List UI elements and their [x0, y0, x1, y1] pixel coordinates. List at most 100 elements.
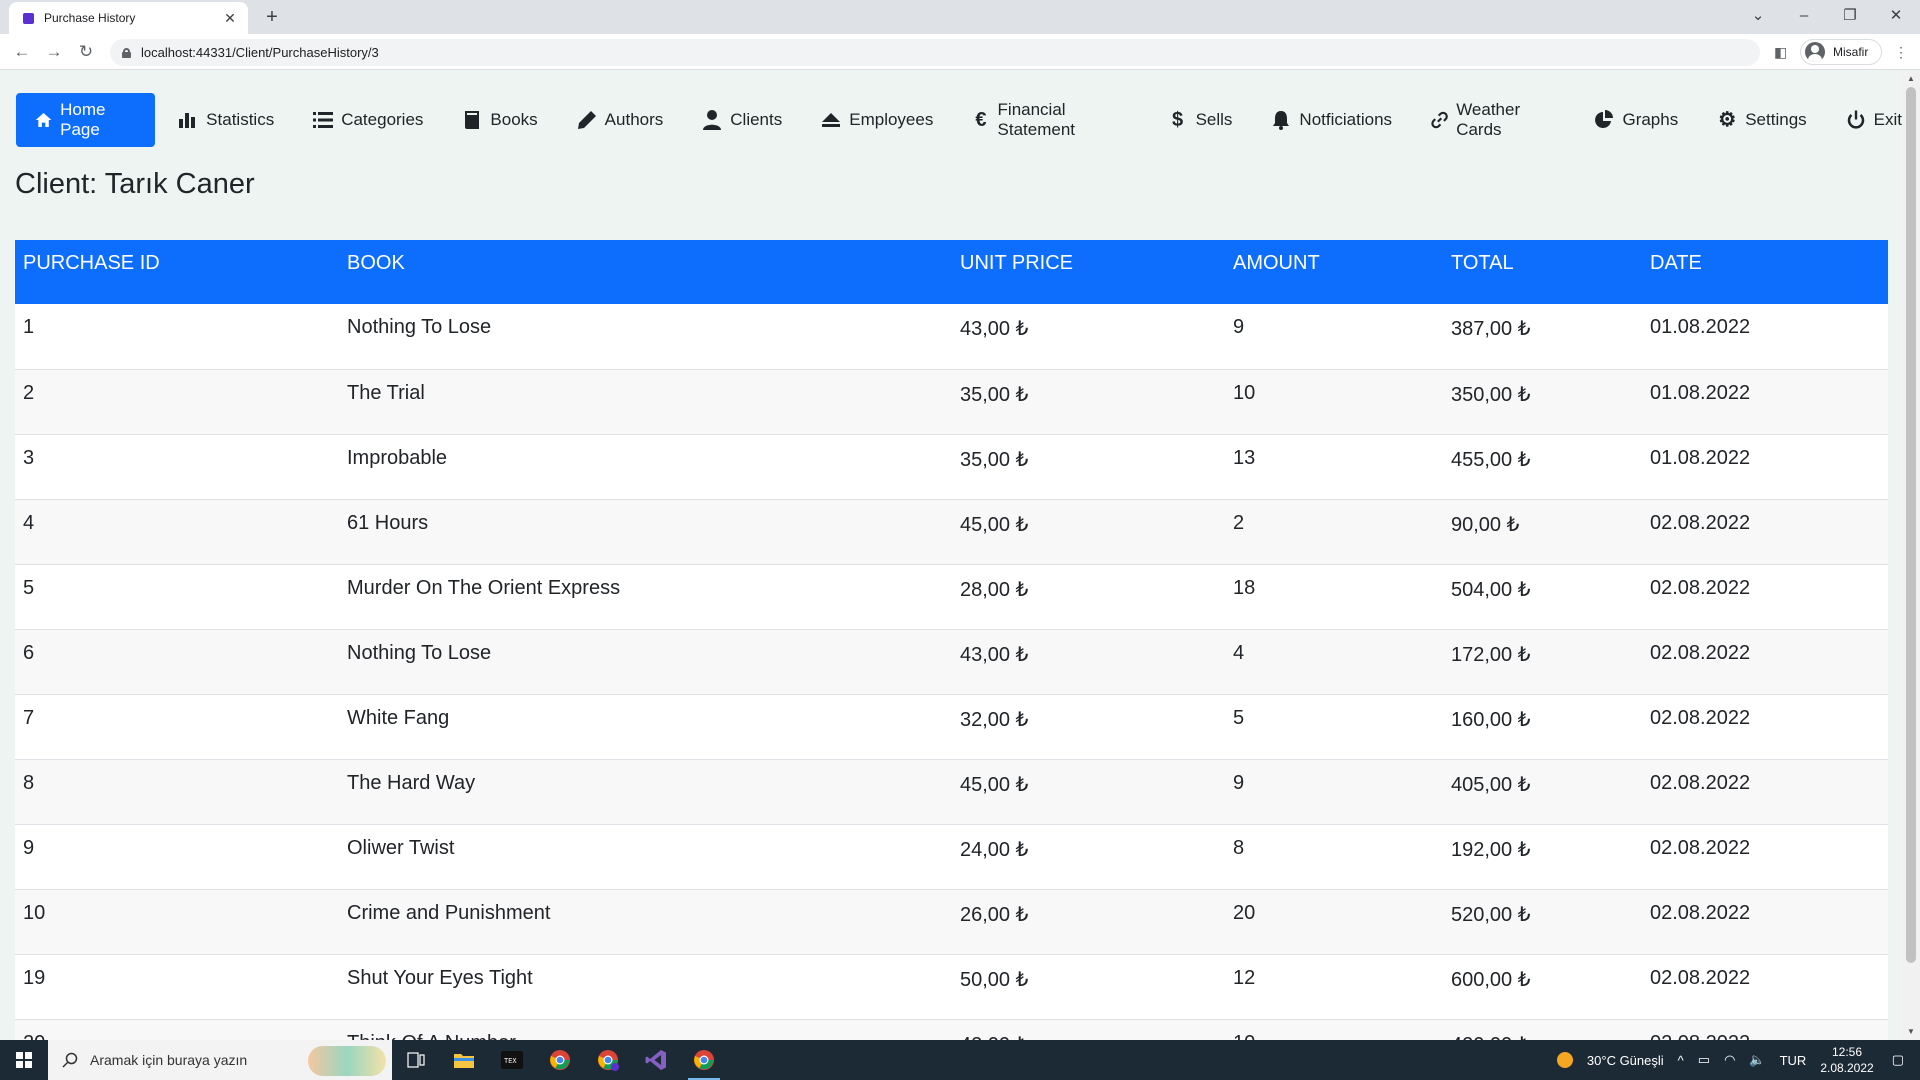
cell-date: 01.08.2022: [1642, 304, 1888, 370]
browser-toolbar: ← → ↻ localhost:44331/Client/PurchaseHis…: [0, 34, 1920, 70]
chrome-active-icon[interactable]: [680, 1040, 728, 1080]
cell-amount: 18: [1225, 564, 1443, 630]
restore-button[interactable]: ❐: [1830, 4, 1870, 28]
visual-studio-icon[interactable]: [632, 1040, 680, 1080]
minimize-button[interactable]: –: [1784, 4, 1824, 28]
nav-graphs[interactable]: Graphs: [1573, 93, 1692, 147]
nav-categories[interactable]: Categories: [292, 93, 437, 147]
cell-book: 61 Hours: [339, 499, 952, 565]
power-icon: [1847, 110, 1864, 129]
favicon-icon: [23, 12, 34, 24]
taskbar-search[interactable]: Aramak için buraya yazın: [48, 1040, 392, 1080]
side-panel-icon[interactable]: ◧: [1774, 40, 1787, 64]
cell-amount: 9: [1225, 759, 1443, 825]
nav-home-page[interactable]: Home Page: [16, 93, 156, 147]
menu-icon[interactable]: ⋮: [1894, 40, 1908, 64]
back-icon[interactable]: ←: [10, 40, 34, 64]
forward-icon[interactable]: →: [42, 40, 66, 64]
chrome-icon[interactable]: [536, 1040, 584, 1080]
cell-date: 02.08.2022: [1642, 759, 1888, 825]
new-tab-button[interactable]: +: [260, 5, 284, 29]
cell-purchase-id: 6: [15, 629, 339, 695]
nav-books[interactable]: Books: [441, 93, 551, 147]
cell-total: 520,00 ₺: [1443, 889, 1642, 955]
cell-purchase-id: 9: [15, 824, 339, 890]
file-explorer-icon[interactable]: [440, 1040, 488, 1080]
nav-settings[interactable]: ⚙ Settings: [1696, 93, 1820, 147]
cell-purchase-id: 19: [15, 954, 339, 1020]
pencil-icon: [577, 111, 596, 129]
cell-unit-price: 32,00 ₺: [952, 694, 1225, 760]
nav-notifications[interactable]: Notficiations: [1250, 93, 1406, 147]
nav-employees[interactable]: Employees: [800, 93, 947, 147]
table-row: 2 The Trial 35,00 ₺ 10 350,00 ₺ 01.08.2022: [15, 369, 1888, 435]
cell-unit-price: 43,00 ₺: [952, 304, 1225, 370]
start-button[interactable]: [0, 1040, 48, 1080]
language-indicator[interactable]: TUR: [1780, 1053, 1807, 1068]
lock-icon[interactable]: [122, 47, 131, 58]
tab-search-icon[interactable]: ⌄: [1738, 4, 1778, 28]
table-row: 6 Nothing To Lose 43,00 ₺ 4 172,00 ₺ 02.08.20…: [15, 629, 1888, 695]
weather-text[interactable]: 30°C Güneşli: [1587, 1053, 1664, 1068]
search-icon: [62, 1052, 78, 1068]
cell-book: Improbable: [339, 434, 952, 500]
cell-date: 02.08.2022: [1642, 629, 1888, 695]
address-bar[interactable]: localhost:44331/Client/PurchaseHistory/3: [110, 39, 1760, 66]
cell-date: 01.08.2022: [1642, 434, 1888, 500]
table-row: 3 Improbable 35,00 ₺ 13 455,00 ₺ 01.08.2022: [15, 434, 1888, 500]
cell-date: 02.08.2022: [1642, 1019, 1888, 1040]
show-hidden-icons-icon[interactable]: ^: [1678, 1053, 1684, 1068]
scroll-down-icon[interactable]: ▼: [1906, 1027, 1916, 1037]
nav-financial-statement[interactable]: € Financial Statement: [951, 93, 1142, 147]
cell-total: 455,00 ₺: [1443, 434, 1642, 500]
cell-book: The Hard Way: [339, 759, 952, 825]
close-window-button[interactable]: ✕: [1876, 4, 1916, 28]
search-placeholder: Aramak için buraya yazın: [90, 1052, 248, 1068]
table-row: 19 Shut Your Eyes Tight 50,00 ₺ 12 600,00 ₺ 0…: [15, 954, 1888, 1020]
windows-icon: [16, 1052, 32, 1068]
nav-weather-cards[interactable]: Weather Cards: [1410, 93, 1569, 147]
list-icon: [313, 112, 334, 128]
home-icon: [35, 113, 52, 127]
notifications-icon[interactable]: ▢: [1892, 1052, 1904, 1068]
clock[interactable]: 12:56 2.08.2022: [1820, 1044, 1873, 1076]
nav-sells[interactable]: $ Sells: [1147, 93, 1247, 147]
page-scrollbar[interactable]: ▲ ▼: [1902, 71, 1920, 1040]
scroll-thumb[interactable]: [1906, 87, 1916, 963]
close-tab-icon[interactable]: ✕: [222, 10, 238, 27]
purchase-table-container: PURCHASE ID BOOK UNIT PRICE AMOUNT TOTAL…: [15, 240, 1888, 1040]
table-body: 1 Nothing To Lose 43,00 ₺ 9 387,00 ₺ 01.08.20…: [15, 304, 1888, 1040]
nav-label: Categories: [341, 110, 424, 129]
cell-total: 90,00 ₺: [1443, 499, 1642, 565]
terminal-app-icon[interactable]: TEX: [488, 1040, 536, 1080]
eject-icon: [822, 113, 841, 127]
header-total: TOTAL: [1443, 240, 1642, 304]
nav-label: Weather Cards: [1456, 100, 1521, 139]
reload-icon[interactable]: ↻: [74, 40, 98, 64]
nav-authors[interactable]: Authors: [556, 93, 678, 147]
cell-unit-price: 45,00 ₺: [952, 499, 1225, 565]
table-row: 4 61 Hours 45,00 ₺ 2 90,00 ₺ 02.08.2022: [15, 499, 1888, 565]
euro-icon: €: [975, 109, 987, 131]
table-row: 5 Murder On The Orient Express 28,00 ₺ 18 50…: [15, 564, 1888, 630]
cell-book: Murder On The Orient Express: [339, 564, 952, 630]
cell-purchase-id: 20: [15, 1019, 339, 1040]
nav-label: Authors: [604, 110, 664, 129]
chrome-profile-icon[interactable]: [584, 1040, 632, 1080]
dollar-icon: $: [1172, 109, 1184, 131]
cell-unit-price: 28,00 ₺: [952, 564, 1225, 630]
wifi-icon[interactable]: ◠: [1724, 1052, 1735, 1068]
browser-tab[interactable]: Purchase History ✕: [9, 2, 248, 34]
book-icon: [465, 111, 480, 129]
cell-amount: 10: [1225, 369, 1443, 435]
task-view-icon[interactable]: [392, 1040, 440, 1080]
nav-clients[interactable]: Clients: [681, 93, 796, 147]
purchase-table: PURCHASE ID BOOK UNIT PRICE AMOUNT TOTAL…: [15, 240, 1888, 1040]
cell-amount: 9: [1225, 304, 1443, 370]
volume-icon[interactable]: 🔈: [1749, 1052, 1765, 1068]
nav-statistics[interactable]: Statistics: [157, 93, 288, 147]
profile-button[interactable]: Misafir: [1800, 39, 1882, 65]
battery-icon[interactable]: ▭: [1698, 1052, 1710, 1068]
avatar-icon: [1805, 42, 1825, 62]
scroll-up-icon[interactable]: ▲: [1906, 74, 1916, 84]
